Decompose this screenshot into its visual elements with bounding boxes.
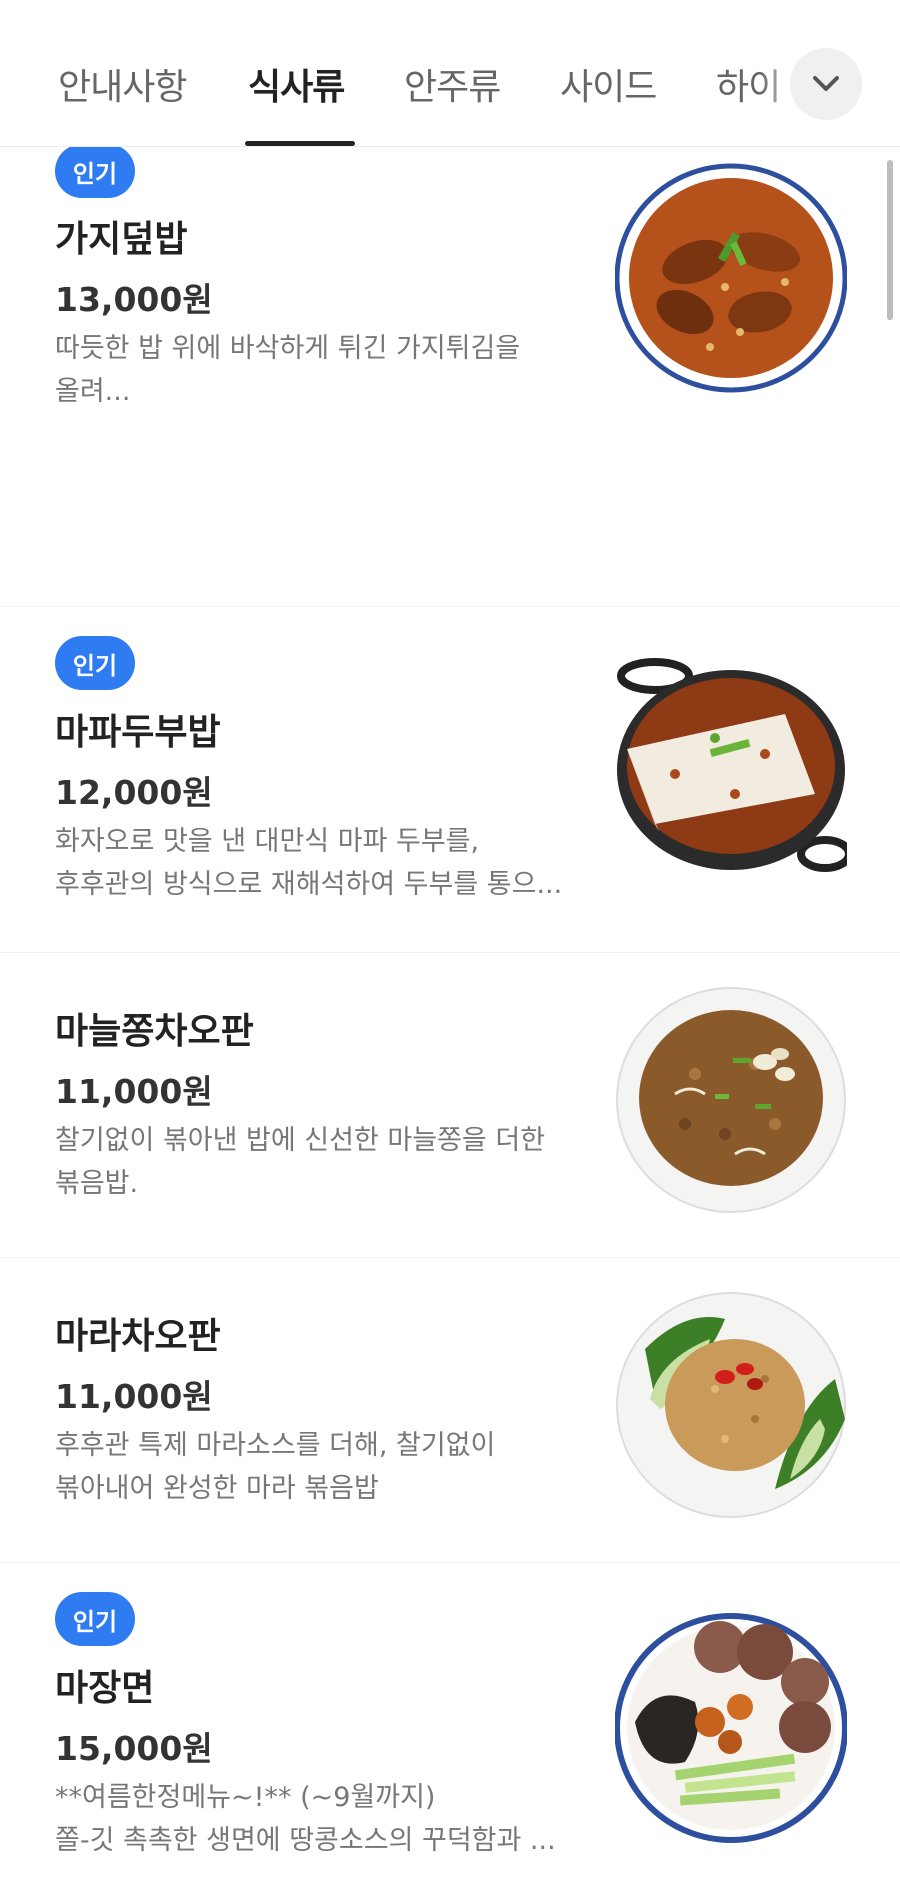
tab-side[interactable]: 사이드: [560, 58, 657, 110]
chevron-down-icon: [813, 76, 839, 91]
tab-meals[interactable]: 식사류: [248, 58, 345, 110]
description-line: 후후관의 방식으로 재해석하여 두부를 통으...: [55, 869, 563, 900]
menu-item-description: 찰기없이 볶아낸 밥에 신선한 마늘쫑을 더한 볶음밥.: [55, 1119, 575, 1205]
description-line: 볶음밥.: [55, 1168, 139, 1199]
menu-item-price: 11,000원: [55, 1377, 213, 1416]
menu-item-name: 마늘쫑차오판: [55, 1011, 254, 1052]
description-line: 찰기없이 볶아낸 밥에 신선한 마늘쫑을 더한: [55, 1125, 546, 1156]
menu-item[interactable]: 마라차오판 11,000원 후후관 특제 마라소스를 더해, 찰기없이 볶아내어…: [0, 1257, 900, 1563]
menu-item[interactable]: 인기 마파두부밥 12,000원 화자오로 맛을 낸 대만식 마파 두부를, 후…: [0, 606, 900, 953]
description-line: 쫄-깃 촉촉한 생면에 땅콩소스의 꾸덕함과 ...: [55, 1825, 556, 1856]
tab-snacks[interactable]: 안주류: [404, 58, 501, 110]
popular-badge: 인기: [55, 144, 135, 198]
menu-item-name: 마라차오판: [55, 1316, 221, 1357]
active-tab-indicator: [245, 141, 355, 146]
more-categories-button[interactable]: [790, 48, 862, 120]
garlic-stem-fried-rice-image: [616, 987, 846, 1213]
menu-item-price: 11,000원: [55, 1072, 213, 1111]
majang-noodle-plate-image: [615, 1613, 847, 1843]
tab-notice[interactable]: 안내사항: [58, 58, 187, 110]
mapo-tofu-pan-image: [617, 658, 847, 872]
description-line: **여름한정메뉴~!** (~9월까지): [55, 1782, 436, 1813]
menu-item-price: 12,000원: [55, 773, 213, 812]
menu-item-name: 가지덮밥: [55, 219, 188, 260]
eggplant-rice-bowl-image: [615, 163, 847, 393]
menu-item-description: 따듯한 밥 위에 바삭하게 튀긴 가지튀김을 올려...: [55, 327, 575, 413]
menu-item[interactable]: 인기 마장면 15,000원 **여름한정메뉴~!** (~9월까지) 쫄-깃 …: [0, 1562, 900, 1882]
popular-badge: 인기: [55, 636, 135, 690]
description-line: 따듯한 밥 위에 바삭하게 튀긴 가지튀김을: [55, 333, 521, 364]
description-line: 올려...: [55, 376, 131, 407]
menu-item-price: 13,000원: [55, 280, 213, 319]
category-tab-bar: 안내사항 식사류 안주류 사이드 하이: [0, 0, 900, 147]
menu-item-name: 마장면: [55, 1668, 155, 1709]
description-line: 화자오로 맛을 낸 대만식 마파 두부를,: [55, 826, 480, 857]
menu-item[interactable]: 마늘쫑차오판 11,000원 찰기없이 볶아낸 밥에 신선한 마늘쫑을 더한 볶…: [0, 952, 900, 1258]
menu-item-description: **여름한정메뉴~!** (~9월까지) 쫄-깃 촉촉한 생면에 땅콩소스의 꾸…: [55, 1776, 575, 1862]
menu-item-price: 15,000원: [55, 1729, 213, 1768]
menu-item-name: 마파두부밥: [55, 712, 221, 753]
popular-badge: 인기: [55, 1592, 135, 1646]
mala-fried-rice-image: [616, 1292, 846, 1518]
description-line: 후후관 특제 마라소스를 더해, 찰기없이: [55, 1430, 496, 1461]
menu-item-description: 후후관 특제 마라소스를 더해, 찰기없이 볶아내어 완성한 마라 볶음밥: [55, 1424, 575, 1510]
menu-item-description: 화자오로 맛을 낸 대만식 마파 두부를, 후후관의 방식으로 재해석하여 두부…: [55, 820, 575, 906]
description-line: 볶아내어 완성한 마라 볶음밥: [55, 1473, 379, 1504]
